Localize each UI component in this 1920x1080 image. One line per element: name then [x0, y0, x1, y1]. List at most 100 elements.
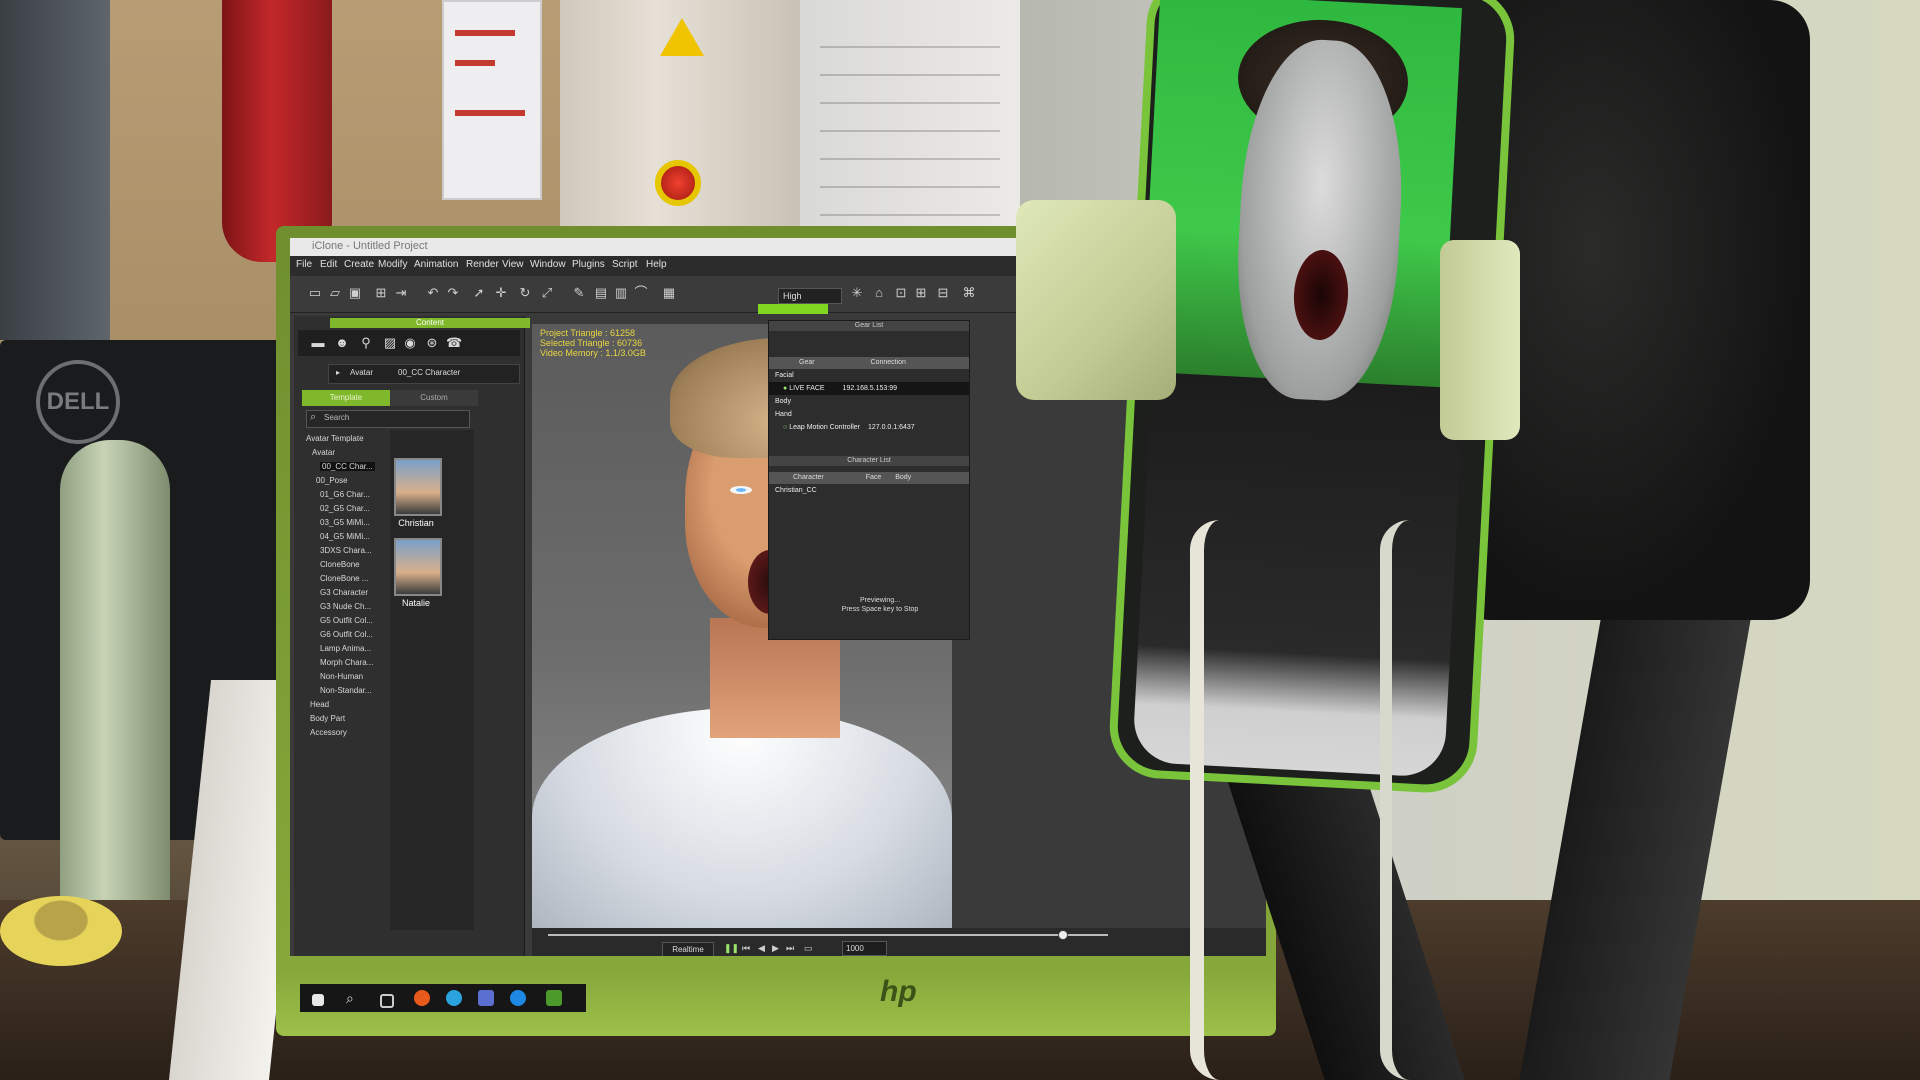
- menu-script[interactable]: Script: [612, 259, 638, 270]
- tree-item[interactable]: G5 Outfit Col...: [320, 616, 373, 625]
- select-icon[interactable]: ➚: [472, 286, 486, 300]
- breadcrumb-avatar[interactable]: Avatar: [350, 368, 373, 377]
- quality-dropdown[interactable]: High: [778, 288, 842, 304]
- gizmo-icon[interactable]: ⌘: [962, 286, 976, 300]
- skip-start-icon[interactable]: ⏮: [742, 943, 750, 954]
- edge-icon[interactable]: [446, 990, 462, 1006]
- tree-item[interactable]: Accessory: [310, 728, 347, 737]
- redo-icon[interactable]: ↷: [446, 286, 460, 300]
- gear-row[interactable]: Facial: [769, 369, 969, 382]
- new-file-icon[interactable]: ▭: [308, 286, 322, 300]
- rotate-icon[interactable]: ↻: [518, 286, 532, 300]
- brush-icon[interactable]: ✎: [572, 286, 586, 300]
- gear-toolbar: [769, 331, 969, 357]
- tree-item[interactable]: Non-Standar...: [320, 686, 372, 695]
- timeline-track[interactable]: [548, 934, 1108, 936]
- tree-item-selected[interactable]: 00_CC Char...: [320, 462, 375, 471]
- usb-cable: [1190, 520, 1264, 1080]
- grid-icon[interactable]: ⊞: [914, 286, 928, 300]
- scale-icon[interactable]: ⤢: [540, 286, 554, 300]
- tree-item[interactable]: Lamp Anima...: [320, 644, 371, 653]
- folder-icon[interactable]: ▬: [310, 335, 326, 351]
- save-icon[interactable]: ▣: [348, 286, 362, 300]
- align-icon[interactable]: ▤: [594, 286, 608, 300]
- import-icon[interactable]: ⊞: [374, 286, 388, 300]
- gear-row-live-face[interactable]: ● LIVE FACE 192.168.5.153:99: [769, 382, 969, 395]
- gear-list-title: Gear List: [769, 321, 969, 331]
- menu-plugins[interactable]: Plugins: [572, 259, 605, 270]
- menu-animation[interactable]: Animation: [414, 259, 458, 270]
- camera-icon[interactable]: ◉: [402, 335, 418, 351]
- thumbnail-natalie[interactable]: [394, 538, 442, 596]
- frame-input[interactable]: 1000: [842, 941, 887, 956]
- tree-item[interactable]: Morph Chara...: [320, 658, 373, 667]
- gear-row[interactable]: Hand: [769, 408, 969, 421]
- frame-icon[interactable]: ⊡: [894, 286, 908, 300]
- undo-icon[interactable]: ↶: [426, 286, 440, 300]
- light-icon[interactable]: ✳: [850, 286, 864, 300]
- task-view-icon[interactable]: [380, 994, 394, 1008]
- prev-frame-icon[interactable]: ◀: [758, 943, 765, 954]
- iclone-icon[interactable]: [546, 990, 562, 1006]
- search-icon[interactable]: ⌕: [346, 990, 362, 1006]
- tree-item[interactable]: 3DXS Chara...: [320, 546, 372, 555]
- loop-icon[interactable]: ▭: [804, 943, 813, 954]
- breaker-rows: [820, 20, 1000, 220]
- export-icon[interactable]: ⇥: [394, 286, 408, 300]
- character-row[interactable]: Christian_CC: [769, 484, 969, 497]
- media-icon[interactable]: ⊛: [424, 335, 440, 351]
- tree-item[interactable]: 02_G5 Char...: [320, 504, 370, 513]
- avatar-icon[interactable]: ☻: [334, 335, 350, 351]
- gear-row-leap[interactable]: ○ Leap Motion Controller 127.0.0.1:6437: [769, 421, 969, 434]
- firefox-icon[interactable]: [414, 990, 430, 1006]
- home-camera-icon[interactable]: ⌂: [872, 286, 886, 300]
- open-folder-icon[interactable]: ▱: [328, 286, 342, 300]
- tree-item[interactable]: Non-Human: [320, 672, 363, 681]
- tree-item[interactable]: Avatar: [312, 448, 335, 457]
- menu-edit[interactable]: Edit: [320, 259, 337, 270]
- breadcrumb-cc-character[interactable]: 00_CC Character: [398, 368, 460, 377]
- menu-create[interactable]: Create: [344, 259, 374, 270]
- tree-item[interactable]: G3 Nude Ch...: [320, 602, 371, 611]
- next-frame-icon[interactable]: ▶: [772, 943, 779, 954]
- ie-icon[interactable]: [510, 990, 526, 1006]
- sound-icon[interactable]: ☎: [446, 335, 462, 351]
- tree-item[interactable]: 00_Pose: [316, 476, 348, 485]
- scene-icon[interactable]: ▨: [382, 335, 398, 351]
- link-icon[interactable]: ⌒: [634, 286, 648, 300]
- motion-icon[interactable]: ⚲: [358, 335, 374, 351]
- tree-item[interactable]: G3 Character: [320, 588, 368, 597]
- search-icon: ⌕: [310, 411, 317, 423]
- view-layout-icon[interactable]: ⊟: [936, 286, 950, 300]
- tree-item[interactable]: G6 Outfit Col...: [320, 630, 373, 639]
- menu-file[interactable]: File: [296, 259, 312, 270]
- tree-item[interactable]: 04_G5 MiMi...: [320, 532, 370, 541]
- character-columns: Character Face Body: [769, 472, 969, 484]
- tree-item[interactable]: Avatar Template: [306, 434, 364, 443]
- menu-modify[interactable]: Modify: [378, 259, 407, 270]
- app-icon[interactable]: [478, 990, 494, 1006]
- distribute-icon[interactable]: ▥: [614, 286, 628, 300]
- move-icon[interactable]: ✛: [494, 286, 508, 300]
- tab-custom[interactable]: Custom: [390, 390, 478, 406]
- skip-end-icon[interactable]: ⏭: [786, 943, 794, 954]
- thumbnail-christian[interactable]: [394, 458, 442, 516]
- tree-item[interactable]: 01_G6 Char...: [320, 490, 370, 499]
- display-icon[interactable]: ▦: [662, 286, 676, 300]
- menu-help[interactable]: Help: [646, 259, 667, 270]
- windows-taskbar: [300, 984, 586, 1012]
- realtime-dropdown[interactable]: Realtime: [662, 942, 714, 956]
- tree-item[interactable]: Body Part: [310, 714, 345, 723]
- tree-item[interactable]: CloneBone: [320, 560, 360, 569]
- menu-render[interactable]: Render: [466, 259, 499, 270]
- pause-icon[interactable]: ❚❚: [724, 943, 739, 954]
- gear-row[interactable]: Body: [769, 395, 969, 408]
- windows-start-icon[interactable]: [312, 994, 324, 1006]
- tree-item[interactable]: CloneBone ...: [320, 574, 368, 583]
- tab-template[interactable]: Template: [302, 390, 390, 406]
- menu-view[interactable]: View: [502, 259, 524, 270]
- tree-item[interactable]: Head: [310, 700, 329, 709]
- tree-item[interactable]: 03_G5 MiMi...: [320, 518, 370, 527]
- menu-window[interactable]: Window: [530, 259, 566, 270]
- content-panel-title: Content: [330, 318, 530, 328]
